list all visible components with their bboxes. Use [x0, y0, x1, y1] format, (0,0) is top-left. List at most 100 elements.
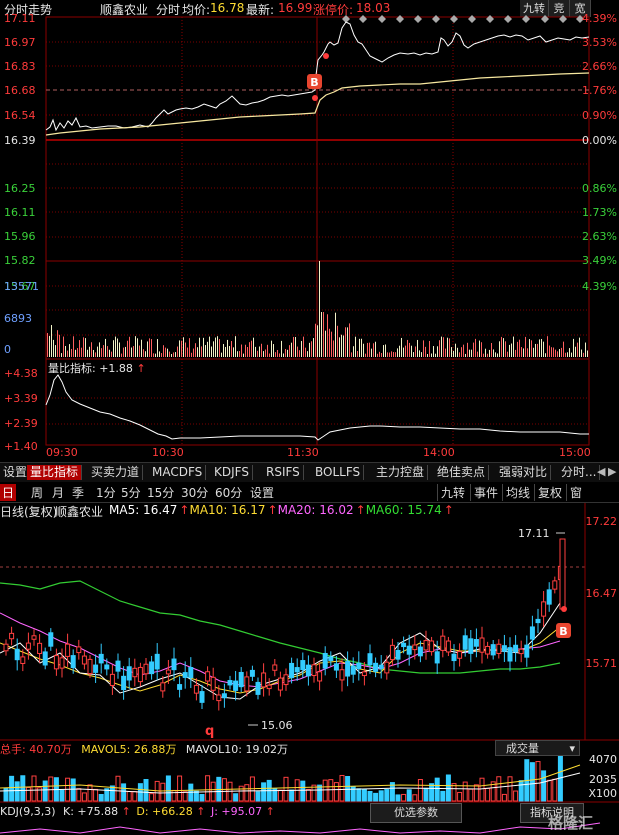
- volume-bar: [399, 345, 400, 357]
- volume-bar: [453, 350, 454, 357]
- kline-volume-bar: [70, 778, 76, 802]
- kline-volume-bar: [395, 794, 401, 802]
- period-tab-5min[interactable]: 5分: [121, 484, 141, 501]
- candle-body: [552, 580, 558, 590]
- volume-bar: [333, 340, 334, 357]
- volume-total: 总手: 40.70万: [0, 743, 72, 756]
- volume-bar: [199, 337, 200, 357]
- period-tab-month[interactable]: 月: [52, 484, 64, 501]
- candle-body: [283, 674, 289, 686]
- candle-body: [559, 538, 566, 610]
- scroll-right-icon[interactable]: ▶: [608, 465, 616, 478]
- volume-bar: [135, 336, 136, 357]
- right-tab-nine-turn[interactable]: 九转: [437, 484, 465, 501]
- intraday-chart[interactable]: B: [0, 0, 619, 462]
- low-annotation: 15.06: [261, 719, 293, 732]
- tab-macdfs[interactable]: MACDFS: [149, 465, 207, 480]
- volume-bar: [143, 349, 144, 357]
- candle-body: [423, 640, 429, 651]
- period-tab-quarter[interactable]: 季: [72, 484, 84, 501]
- period-tab-60min[interactable]: 60分: [215, 484, 242, 501]
- kline-volume-bar: [552, 778, 558, 802]
- volume-mavol5: MAVOL5: 26.88万: [81, 743, 177, 756]
- volume-dropdown-label: 成交量: [506, 742, 539, 755]
- time-label-1030: 10:30: [152, 446, 184, 459]
- kline-candles: [3, 538, 566, 711]
- tab-buy-sell-power[interactable]: 买卖力道: [88, 465, 144, 480]
- period-tab-settings[interactable]: 设置: [250, 484, 274, 501]
- volume-bar: [517, 341, 518, 357]
- volume-bar: [325, 330, 326, 357]
- period-tab-1min[interactable]: 1分: [96, 484, 116, 501]
- candle-body: [328, 656, 334, 661]
- right-tab-ma[interactable]: 均线: [502, 484, 530, 501]
- candle-body: [244, 676, 250, 692]
- kline-volume-bar: [518, 780, 524, 802]
- event-diamond: [486, 15, 494, 23]
- kline-chart[interactable]: 17.11 15.06 B q: [0, 503, 619, 835]
- price-label: 16.68: [4, 84, 36, 97]
- volume-bar: [119, 342, 120, 357]
- tab-bollfs[interactable]: BOLLFS: [312, 465, 365, 480]
- kline-volume-bar: [193, 790, 199, 802]
- volume-bar: [73, 336, 74, 357]
- price-label: 15.96: [4, 230, 36, 243]
- candle-body: [199, 691, 205, 703]
- volume-bar: [371, 348, 372, 357]
- tab-intraday-more[interactable]: 分时...: [558, 465, 601, 480]
- right-tab-window[interactable]: 窗: [566, 484, 582, 501]
- tab-strength-compare[interactable]: 强弱对比: [496, 465, 552, 480]
- tab-kdjfs[interactable]: KDJFS: [211, 465, 253, 480]
- volume-bar: [55, 345, 56, 357]
- volume-bar: [455, 343, 456, 357]
- price-label: 15.82: [4, 254, 36, 267]
- volume-panel-header: 总手: 40.70万 MAVOL5: 26.88万 MAVOL10: 19.02…: [0, 741, 288, 756]
- volume-bar: [105, 338, 106, 357]
- kline-volume-bar: [87, 784, 93, 802]
- volume-bar: [95, 352, 96, 357]
- candle-body: [25, 642, 31, 650]
- price-label: 16.25: [4, 182, 36, 195]
- volume-bar: [129, 336, 130, 357]
- ratio-label-1: +4.38: [4, 367, 38, 380]
- volume-bar: [209, 336, 210, 357]
- tab-volume-ratio[interactable]: 量比指标: [27, 465, 83, 480]
- volume-bar: [253, 337, 254, 357]
- volume-bar: [529, 339, 530, 357]
- kdj-d-arrow: ↑: [196, 805, 206, 818]
- candle-body: [126, 666, 132, 681]
- price-label: 16.11: [4, 206, 36, 219]
- volume-bar: [269, 353, 270, 357]
- optimal-params-button[interactable]: 优选参数: [370, 803, 462, 823]
- volume-bar: [391, 351, 392, 357]
- volume-bar: [561, 347, 562, 357]
- volume-bar: [415, 346, 416, 357]
- volume-bar: [515, 349, 516, 357]
- volume-bar: [385, 344, 386, 357]
- volume-bar: [303, 336, 304, 357]
- event-diamond: [559, 15, 567, 23]
- candle-body: [546, 589, 552, 605]
- tab-main-control[interactable]: 主力控盘: [373, 465, 429, 480]
- scroll-left-icon[interactable]: ◀: [597, 465, 605, 478]
- candle-body: [485, 645, 491, 655]
- period-tab-week[interactable]: 周: [31, 484, 43, 501]
- volume-indicator-dropdown[interactable]: 成交量 ▾: [495, 740, 580, 756]
- volume-bar: [197, 347, 198, 357]
- kline-volume-bar: [20, 775, 26, 802]
- right-tab-events[interactable]: 事件: [470, 484, 498, 501]
- tab-rsifs[interactable]: RSIFS: [263, 465, 304, 480]
- period-tab-15min[interactable]: 15分: [147, 484, 174, 501]
- volume-bar: [51, 325, 52, 357]
- volume-bar: [545, 353, 546, 357]
- kline-volume-bar: [541, 770, 547, 802]
- pct-label: 2.66%: [582, 60, 617, 73]
- tab-best-sell[interactable]: 绝佳卖点: [434, 465, 490, 480]
- right-tab-adjust[interactable]: 复权: [534, 484, 562, 501]
- volume-bar: [47, 332, 48, 357]
- candle-body: [445, 640, 451, 653]
- period-tab-30min[interactable]: 30分: [181, 484, 208, 501]
- volume-bar: [569, 348, 570, 357]
- volume-bar: [397, 348, 398, 357]
- period-tab-day[interactable]: 日: [0, 484, 17, 501]
